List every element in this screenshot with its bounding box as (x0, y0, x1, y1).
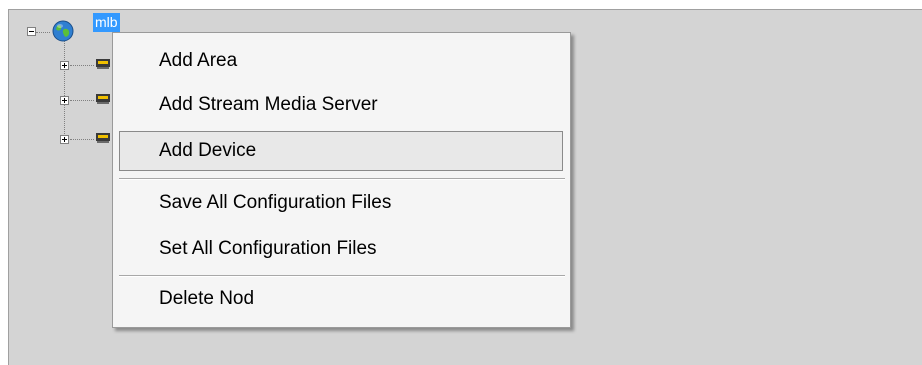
tree-root-label[interactable]: mlb (93, 13, 120, 32)
menu-item-add-device[interactable]: Add Device (119, 131, 563, 171)
expand-toggle[interactable] (60, 135, 69, 144)
globe-icon (52, 20, 74, 42)
server-icon (96, 94, 110, 104)
tree-connector (36, 32, 50, 33)
menu-separator (119, 275, 565, 277)
server-icon (96, 59, 110, 69)
expand-toggle[interactable] (60, 96, 69, 105)
expand-toggle[interactable] (60, 61, 69, 70)
tree-connector (70, 100, 94, 101)
menu-separator (119, 178, 565, 180)
menu-item-add-area[interactable]: Add Area (119, 41, 563, 81)
tree-connector (70, 139, 94, 140)
menu-item-delete-nod[interactable]: Delete Nod (119, 279, 563, 319)
tree-connector (64, 40, 65, 140)
menu-item-add-stream-media-server[interactable]: Add Stream Media Server (119, 85, 563, 125)
context-menu: Add Area Add Stream Media Server Add Dev… (112, 32, 571, 328)
menu-item-save-all-configuration-files[interactable]: Save All Configuration Files (119, 183, 563, 223)
collapse-toggle[interactable] (27, 27, 36, 36)
tree-connector (70, 65, 94, 66)
menu-item-set-all-configuration-files[interactable]: Set All Configuration Files (119, 229, 563, 269)
server-icon (96, 133, 110, 143)
